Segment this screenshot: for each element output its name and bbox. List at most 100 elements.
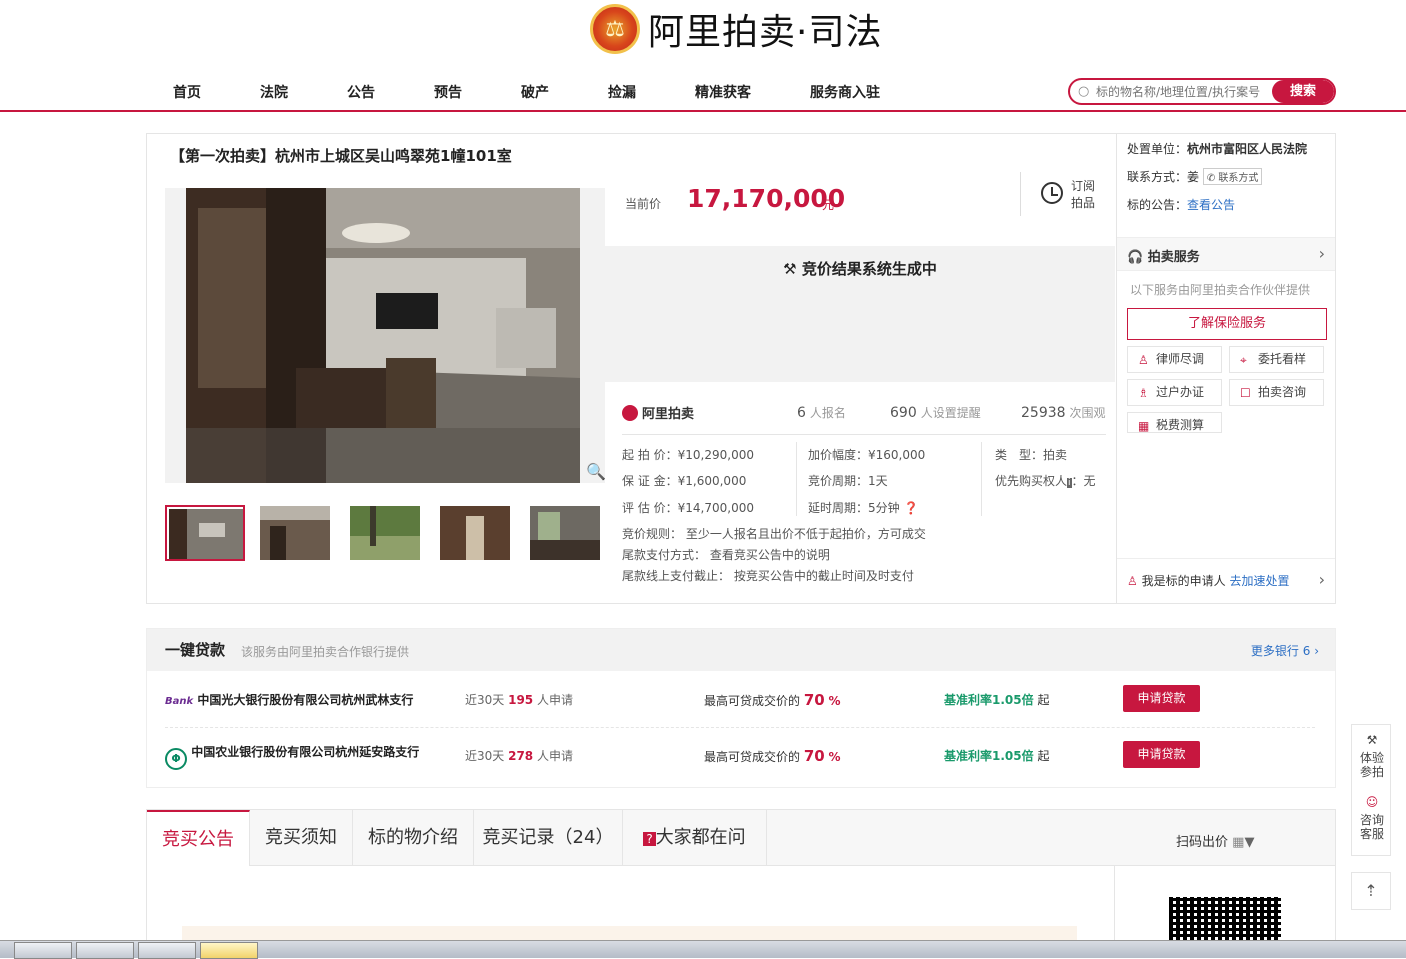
tab-item-intro[interactable]: 标的物介绍 <box>353 810 474 866</box>
detail-tabs: 竞买公告 竞买须知 标的物介绍 竞买记录（24） ? 大家都在问 <box>146 809 1336 866</box>
calculator-icon: ▦ <box>1138 419 1150 433</box>
contact-button[interactable]: ✆ 联系方式 <box>1202 168 1263 185</box>
brand-name: 阿里拍卖·司法 <box>648 12 883 53</box>
rate: 基准利率1.05倍 起 <box>944 693 1050 707</box>
alarm-clock-icon <box>1041 182 1063 204</box>
deposit: 保 证 金：¥1,600,000 <box>622 474 747 488</box>
tab-auction-notice[interactable]: 竞买公告 <box>147 810 250 866</box>
thumbnail[interactable] <box>530 506 600 560</box>
contact-info: 联系方式：姜 ✆ 联系方式 <box>1127 168 1263 185</box>
apply-loan-button[interactable]: 申请贷款 <box>1123 685 1200 712</box>
tab-bid-records[interactable]: 竞买记录（24） <box>474 810 623 866</box>
tail-payment-deadline: 尾款线上支付截止： 按竞买公告中的截止时间及时支付 <box>622 569 914 583</box>
service-transfer[interactable]: ♗ 过户办证 <box>1127 379 1222 406</box>
site-logo[interactable]: ⚖ 阿里拍卖·司法 <box>590 0 882 58</box>
firefox-taskbar-icon[interactable] <box>14 942 72 959</box>
court-name: 杭州市富阳区人民法院 <box>1187 142 1308 156</box>
divider <box>981 442 982 516</box>
nav-item-court[interactable]: 法院 <box>260 82 288 102</box>
avatar-icon: ☺ <box>1365 795 1379 809</box>
stats-bar: 阿里拍卖 6 人报名 690 人设置提醒 25938 次围观 <box>622 403 1106 435</box>
thumbnail[interactable] <box>350 506 420 560</box>
auction-type: 类 型：拍卖 <box>995 448 1068 462</box>
stat-reminders: 690 人设置提醒 <box>890 405 981 421</box>
tail-payment-method: 尾款支付方式： 查看竞买公告中的说明 <box>622 548 830 562</box>
gavel-icon: ⚒ <box>1366 733 1378 747</box>
caret-down-icon: ▼ <box>1244 835 1255 850</box>
stat-registered: 6 人报名 <box>797 405 846 421</box>
zoom-icon[interactable]: 🔍 <box>586 462 606 481</box>
question-icon: ? <box>643 832 656 846</box>
auction-service-header[interactable]: 🎧 拍卖服务 › <box>1117 237 1335 271</box>
price-unit: 元 <box>822 198 835 212</box>
nav-item-bargain[interactable]: 捡漏 <box>608 82 636 102</box>
service-tax[interactable]: ▦ 税费测算 <box>1127 412 1222 433</box>
nav-item-provider[interactable]: 服务商入驻 <box>810 82 880 102</box>
loan-title: 一键贷款 <box>165 641 226 659</box>
delay-cycle: 延时周期：5分钟 ❓ <box>808 501 919 515</box>
scan-to-bid[interactable]: 扫码出价 ▦▼ <box>1176 831 1254 850</box>
tab-faq[interactable]: ? 大家都在问 <box>623 810 767 866</box>
price-label: 当前价 <box>625 197 662 211</box>
chat-icon: ☐ <box>1240 386 1251 400</box>
location-pin-icon: ⌖ <box>1240 353 1247 367</box>
certificate-icon: ♗ <box>1138 386 1149 400</box>
search-input[interactable] <box>1096 83 1272 101</box>
service-viewing[interactable]: ⌖ 委托看样 <box>1229 346 1324 373</box>
thumbnail[interactable] <box>260 506 330 560</box>
apply-loan-button[interactable]: 申请贷款 <box>1123 741 1200 768</box>
bid-increment: 加价幅度：¥160,000 <box>808 448 926 462</box>
apply-count: 近30天 195 人申请 <box>465 693 574 707</box>
photoshop-taskbar-icon[interactable] <box>76 942 134 959</box>
nav-item-precise[interactable]: 精准获客 <box>695 82 751 102</box>
accelerate-link[interactable]: 去加速处置 <box>1229 574 1289 588</box>
tab-auction-rules[interactable]: 竞买须知 <box>250 810 353 866</box>
nav-item-home[interactable]: 首页 <box>173 82 201 102</box>
loan-row: Bank 中国光大银行股份有限公司杭州武林支行 近30天 195 人申请 最高可… <box>165 671 1315 727</box>
chevron-right-icon: › <box>1318 244 1325 263</box>
max-loan: 最高可贷成交价的 70 % <box>704 747 841 765</box>
abc-bank-logo-icon: Φ <box>165 748 187 770</box>
insurance-button[interactable]: 了解保险服务 <box>1127 308 1327 340</box>
back-to-top-icon[interactable]: ⇡ <box>1351 872 1391 910</box>
chevron-right-icon: › <box>1314 644 1319 658</box>
subscribe-button[interactable]: 订阅 拍品 <box>1020 172 1116 216</box>
item-title: 【第一次拍卖】杭州市上城区吴山鸣翠苑1幢101室 <box>170 147 512 165</box>
loan-note: 该服务由阿里拍卖合作银行提供 <box>241 645 410 659</box>
search-box: ○ 搜索 <box>1068 78 1336 105</box>
float-bar: ⚒ 体验参拍 ☺ 咨询客服 <box>1351 724 1391 856</box>
bid-rule: 竞价规则： 至少一人报名且出价不低于起拍价，方可成交 <box>622 527 926 541</box>
nav-item-preview[interactable]: 预告 <box>434 82 462 102</box>
service-lawyer[interactable]: ♙ 律师尽调 <box>1127 346 1222 373</box>
applicant-bar[interactable]: ♙ 我是标的申请人 去加速处置 › <box>1117 558 1335 603</box>
help-icon: ❓ <box>903 501 919 515</box>
chrome-taskbar-icon[interactable] <box>138 942 196 959</box>
customer-service-button[interactable]: ☺ 咨询客服 <box>1352 795 1392 841</box>
service-consult[interactable]: ☐ 拍卖咨询 <box>1229 379 1324 406</box>
try-bid-button[interactable]: ⚒ 体验参拍 <box>1352 733 1392 779</box>
main-photo[interactable] <box>186 188 580 483</box>
view-notice-link[interactable]: 查看公告 <box>1187 198 1235 212</box>
start-price: 起 拍 价：¥10,290,000 <box>622 448 754 462</box>
thumbnail[interactable] <box>440 506 510 560</box>
max-loan: 最高可贷成交价的 70 % <box>704 691 841 709</box>
loan-row: Φ 中国农业银行股份有限公司杭州延安路支行 近30天 278 人申请 最高可贷成… <box>165 727 1315 783</box>
wechat-taskbar-icon[interactable] <box>200 942 258 959</box>
qr-code <box>1169 897 1281 943</box>
nav-item-bankruptcy[interactable]: 破产 <box>521 82 549 102</box>
headset-icon: 🎧 <box>1127 250 1144 265</box>
bank-name: 中国光大银行股份有限公司杭州武林支行 <box>197 693 414 707</box>
more-banks-link[interactable]: 更多银行 6 › <box>1251 642 1319 659</box>
bank-logo-icon: Bank <box>165 696 194 707</box>
os-taskbar <box>0 940 1406 959</box>
search-button[interactable]: 搜索 <box>1272 80 1334 103</box>
bank-name: 中国农业银行股份有限公司杭州延安路支行 <box>191 745 420 759</box>
bid-status-text: 竞价结果系统生成中 <box>801 260 937 278</box>
notice-info: 标的公告：查看公告 <box>1127 198 1236 212</box>
thumbnail[interactable] <box>165 505 245 561</box>
bid-status-box: ⚒ 竞价结果系统生成中 <box>605 246 1115 382</box>
phone-icon: ✆ <box>1206 173 1216 184</box>
qrcode-icon: ▦ <box>1232 835 1245 850</box>
priority-buyer: 优先购买权人i：无 <box>995 474 1096 488</box>
nav-item-notice[interactable]: 公告 <box>347 82 375 102</box>
